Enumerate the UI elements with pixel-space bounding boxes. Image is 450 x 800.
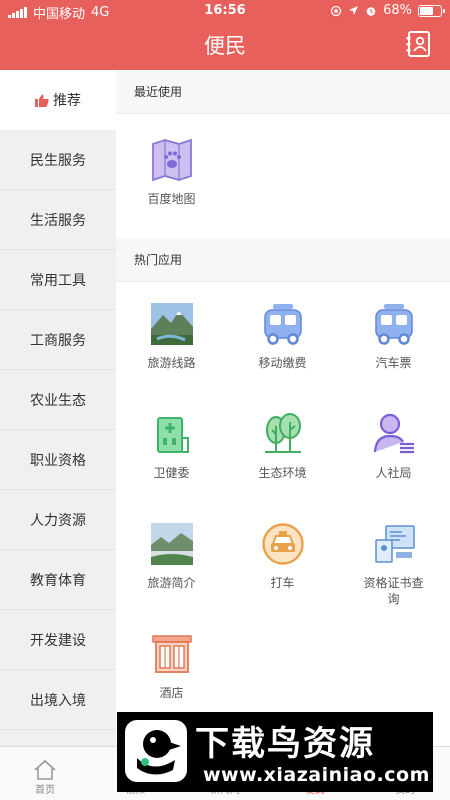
app-mobile-payment[interactable]: 移动缴费: [227, 282, 338, 392]
sidebar-item-label: 生活服务: [30, 212, 86, 229]
app-bus-tickets[interactable]: 汽车票: [338, 282, 449, 392]
recent-section-title: 最近使用: [116, 70, 450, 114]
hot-section-title: 热门应用: [116, 238, 450, 282]
sidebar-item-label: 教育体育: [30, 572, 86, 589]
sidebar-item-qualification[interactable]: 职业资格: [0, 430, 116, 490]
sidebar-item-label: 常用工具: [30, 272, 86, 289]
sidebar-item-label: 职业资格: [30, 452, 86, 469]
app-travel-routes[interactable]: 旅游线路: [116, 282, 227, 392]
sidebar-item-label: 工商服务: [30, 332, 86, 349]
mountain-photo-icon: [150, 302, 194, 346]
sidebar-item-tools[interactable]: 常用工具: [0, 250, 116, 310]
app-label: 旅游线路: [147, 356, 196, 370]
sidebar-item-label: 推荐: [53, 93, 81, 109]
bus-icon: [261, 302, 305, 346]
hotel-icon: [150, 632, 194, 676]
app-health-commission[interactable]: 卫健委: [116, 392, 227, 502]
app-travel-intro[interactable]: 旅游简介: [116, 502, 227, 612]
sidebar-item-label: 民生服务: [30, 152, 86, 169]
sidebar-item-agriculture[interactable]: 农业生态: [0, 370, 116, 430]
status-bar: 中国移动 4G 16:56 68%: [0, 0, 450, 22]
landscape-photo-icon: [150, 522, 194, 566]
sidebar-item-life-services[interactable]: 生活服务: [0, 190, 116, 250]
sidebar-item-hr[interactable]: 人力资源: [0, 490, 116, 550]
alarm-icon: [366, 6, 376, 16]
app-label: 人社局: [375, 466, 412, 480]
recent-apps-grid: 百度地图: [116, 114, 450, 238]
location-arrow-icon: [349, 6, 359, 15]
hot-apps-grid: 旅游线路 移动缴费 汽车票 卫健委 生态环境 人社局 旅游简介 打车 资格证书查…: [116, 282, 450, 722]
sidebar-item-recommend[interactable]: 推荐: [0, 70, 116, 130]
watermark-url: www.xiazainiao.com: [203, 764, 430, 786]
app-label: 资格证书查询: [363, 576, 424, 606]
app-hr-social-bureau[interactable]: 人社局: [338, 392, 449, 502]
app-label: 百度地图: [147, 192, 196, 206]
trees-icon: [261, 412, 305, 456]
main-content: 最近使用 百度地图 热门应用 旅游线路 移动缴费 汽车票 卫健委 生态环境 人社…: [116, 70, 450, 746]
sidebar-item-business[interactable]: 工商服务: [0, 310, 116, 370]
sidebar-item-label: 出境入境: [30, 692, 86, 709]
bus-icon: [372, 302, 416, 346]
sidebar-item-label: 开发建设: [30, 632, 86, 649]
category-sidebar: 推荐 民生服务 生活服务 常用工具 工商服务 农业生态 职业资格 人力资源 教育…: [0, 70, 116, 746]
sidebar-item-education[interactable]: 教育体育: [0, 550, 116, 610]
thumbs-up-icon: [35, 94, 49, 107]
certificate-icon: [372, 522, 416, 566]
app-label: 打车: [270, 576, 295, 590]
battery-percent: 68%: [383, 3, 412, 18]
map-paw-icon: [150, 138, 194, 182]
tab-label: 首页: [35, 785, 55, 796]
person-card-icon: [372, 412, 416, 456]
contact-book-icon[interactable]: [406, 30, 432, 58]
watermark-banner: 下载鸟资源 www.xiazainiao.com: [117, 712, 433, 792]
watermark-title: 下载鸟资源: [195, 724, 375, 764]
app-label: 生态环境: [258, 466, 307, 480]
taxi-icon: [261, 522, 305, 566]
sidebar-item-development[interactable]: 开发建设: [0, 610, 116, 670]
app-hotel[interactable]: 酒店: [116, 612, 227, 722]
app-label: 移动缴费: [258, 356, 307, 370]
app-baidu-map[interactable]: 百度地图: [116, 114, 227, 238]
home-icon: [34, 759, 56, 780]
sidebar-item-label: 农业生态: [30, 392, 86, 409]
app-label: 汽车票: [375, 356, 412, 370]
bird-logo-icon: [125, 720, 187, 782]
hospital-icon: [150, 412, 194, 456]
app-certificate-query[interactable]: 资格证书查询: [338, 502, 449, 612]
page-title: 便民: [204, 34, 246, 58]
sidebar-item-immigration[interactable]: 出境入境: [0, 670, 116, 730]
orientation-lock-icon: [330, 5, 342, 16]
app-label: 酒店: [159, 686, 184, 700]
app-label: 旅游简介: [147, 576, 196, 590]
app-label: 卫健委: [153, 466, 190, 480]
app-header: 中国移动 4G 16:56 68% 便民: [0, 0, 450, 70]
app-taxi[interactable]: 打车: [227, 502, 338, 612]
battery-icon: [418, 4, 445, 17]
tab-home[interactable]: 首页: [0, 747, 90, 800]
app-ecology[interactable]: 生态环境: [227, 392, 338, 502]
sidebar-item-label: 人力资源: [30, 512, 86, 529]
sidebar-item-livelihood[interactable]: 民生服务: [0, 130, 116, 190]
